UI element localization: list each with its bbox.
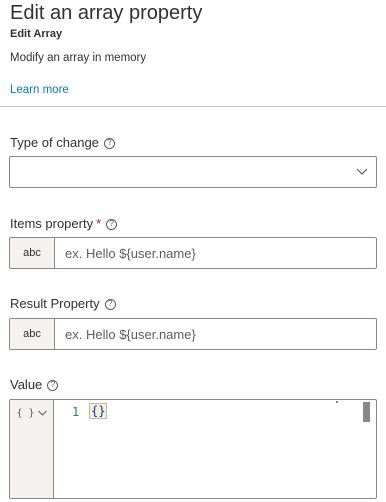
required-marker: * (96, 216, 102, 231)
braces-icon: { } (16, 408, 35, 419)
items-property-input[interactable] (55, 238, 376, 268)
result-property-label-text: Result Property (10, 296, 100, 311)
result-property-field: abc (9, 318, 377, 350)
help-icon[interactable]: ? (104, 298, 116, 310)
code-content[interactable]: {} (88, 403, 108, 419)
help-icon[interactable]: ? (47, 379, 59, 391)
line-number: 1 (72, 405, 80, 419)
editor-scrollbar[interactable] (363, 402, 370, 422)
chevron-down-icon (37, 410, 47, 416)
page-title: Edit an array property (10, 2, 203, 24)
scroll-marker (336, 401, 338, 403)
page-subtitle: Edit Array (10, 28, 63, 40)
learn-more-link[interactable]: Learn more (10, 82, 69, 98)
type-of-change-label: Type of change ? (10, 135, 115, 151)
string-type-toggle[interactable]: abc (10, 238, 55, 268)
type-of-change-label-text: Type of change (10, 135, 99, 150)
string-type-toggle[interactable]: abc (10, 319, 55, 349)
value-label-text: Value (10, 377, 43, 392)
help-icon[interactable]: ? (106, 218, 118, 230)
help-icon[interactable]: ? (103, 137, 115, 149)
items-property-label: Items property * ? (10, 216, 118, 232)
code-editor[interactable]: 1 {} (54, 400, 376, 498)
result-property-label: Result Property ? (10, 296, 116, 312)
value-editor: { } 1 {} (9, 399, 377, 499)
header-divider (0, 106, 386, 107)
result-property-input[interactable] (55, 319, 376, 349)
value-type-toggle[interactable]: { } (10, 400, 54, 498)
chevron-down-icon (356, 168, 368, 175)
value-label: Value ? (10, 377, 59, 393)
page-description: Modify an array in memory (10, 52, 147, 64)
items-property-label-text: Items property (10, 216, 94, 231)
panel-header: Edit an array property Edit Array Modify… (10, 0, 380, 98)
items-property-field: abc (9, 237, 377, 269)
type-of-change-dropdown[interactable] (9, 156, 377, 188)
